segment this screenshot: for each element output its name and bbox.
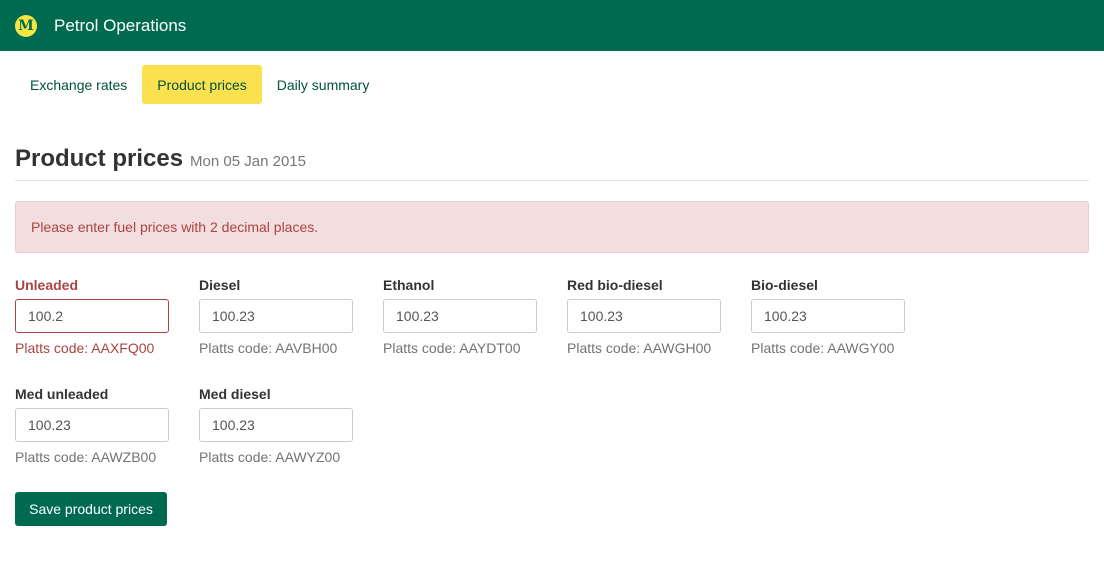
platts-code: Platts code: AAWGH00 (567, 340, 712, 356)
med-diesel-price-input[interactable]: 100.23 (199, 408, 353, 442)
section-tabs: Exchange rates Product prices Daily summ… (15, 65, 384, 104)
tab-exchange-rates[interactable]: Exchange rates (15, 65, 142, 104)
field-label: Ethanol (383, 277, 435, 293)
app-title[interactable]: Petrol Operations (54, 15, 186, 37)
tab-daily-summary[interactable]: Daily summary (262, 65, 385, 104)
field-label: Med unleaded (15, 386, 109, 402)
diesel-price-input[interactable]: 100.23 (199, 299, 353, 333)
unleaded-price-input[interactable]: 100.2 (15, 299, 169, 333)
platts-code: Platts code: AAVBH00 (199, 340, 338, 356)
field-label: Red bio-diesel (567, 277, 663, 293)
save-product-prices-button[interactable]: Save product prices (15, 492, 167, 526)
platts-code: Platts code: AAWYZ00 (199, 449, 341, 465)
logo-icon[interactable]: M (15, 15, 37, 37)
field-diesel: Diesel 100.23 Platts code: AAVBH00 (199, 277, 353, 356)
page-date: Mon 05 Jan 2015 (190, 153, 306, 170)
page-title: Product prices (15, 145, 184, 172)
field-red-bio-diesel: Red bio-diesel 100.23 Platts code: AAWGH… (567, 277, 721, 356)
field-ethanol: Ethanol 100.23 Platts code: AAYDT00 (383, 277, 537, 356)
tab-product-prices[interactable]: Product prices (142, 65, 262, 104)
bio-diesel-price-input[interactable]: 100.23 (751, 299, 905, 333)
field-med-diesel: Med diesel 100.23 Platts code: AAWYZ00 (199, 386, 353, 465)
field-label: Bio-diesel (751, 277, 818, 293)
field-label: Unleaded (15, 277, 79, 293)
field-bio-diesel: Bio-diesel 100.23 Platts code: AAWGY00 (751, 277, 905, 356)
heading-divider (15, 180, 1089, 181)
field-label: Diesel (199, 277, 241, 293)
platts-code: Platts code: AAWZB00 (15, 449, 157, 465)
validation-alert: Please enter fuel prices with 2 decimal … (15, 201, 1089, 253)
field-med-unleaded: Med unleaded 100.23 Platts code: AAWZB00 (15, 386, 169, 465)
field-unleaded: Unleaded 100.2 Platts code: AAXFQ00 (15, 277, 169, 356)
platts-code: Platts code: AAYDT00 (383, 340, 521, 356)
page-heading: Product prices Mon 05 Jan 2015 (15, 144, 306, 174)
red-bio-diesel-price-input[interactable]: 100.23 (567, 299, 721, 333)
alert-message: Please enter fuel prices with 2 decimal … (31, 219, 319, 235)
top-navbar: M Petrol Operations (0, 0, 1104, 51)
field-label: Med diesel (199, 386, 271, 402)
med-unleaded-price-input[interactable]: 100.23 (15, 408, 169, 442)
ethanol-price-input[interactable]: 100.23 (383, 299, 537, 333)
platts-code: Platts code: AAWGY00 (751, 340, 895, 356)
platts-code: Platts code: AAXFQ00 (15, 340, 155, 356)
